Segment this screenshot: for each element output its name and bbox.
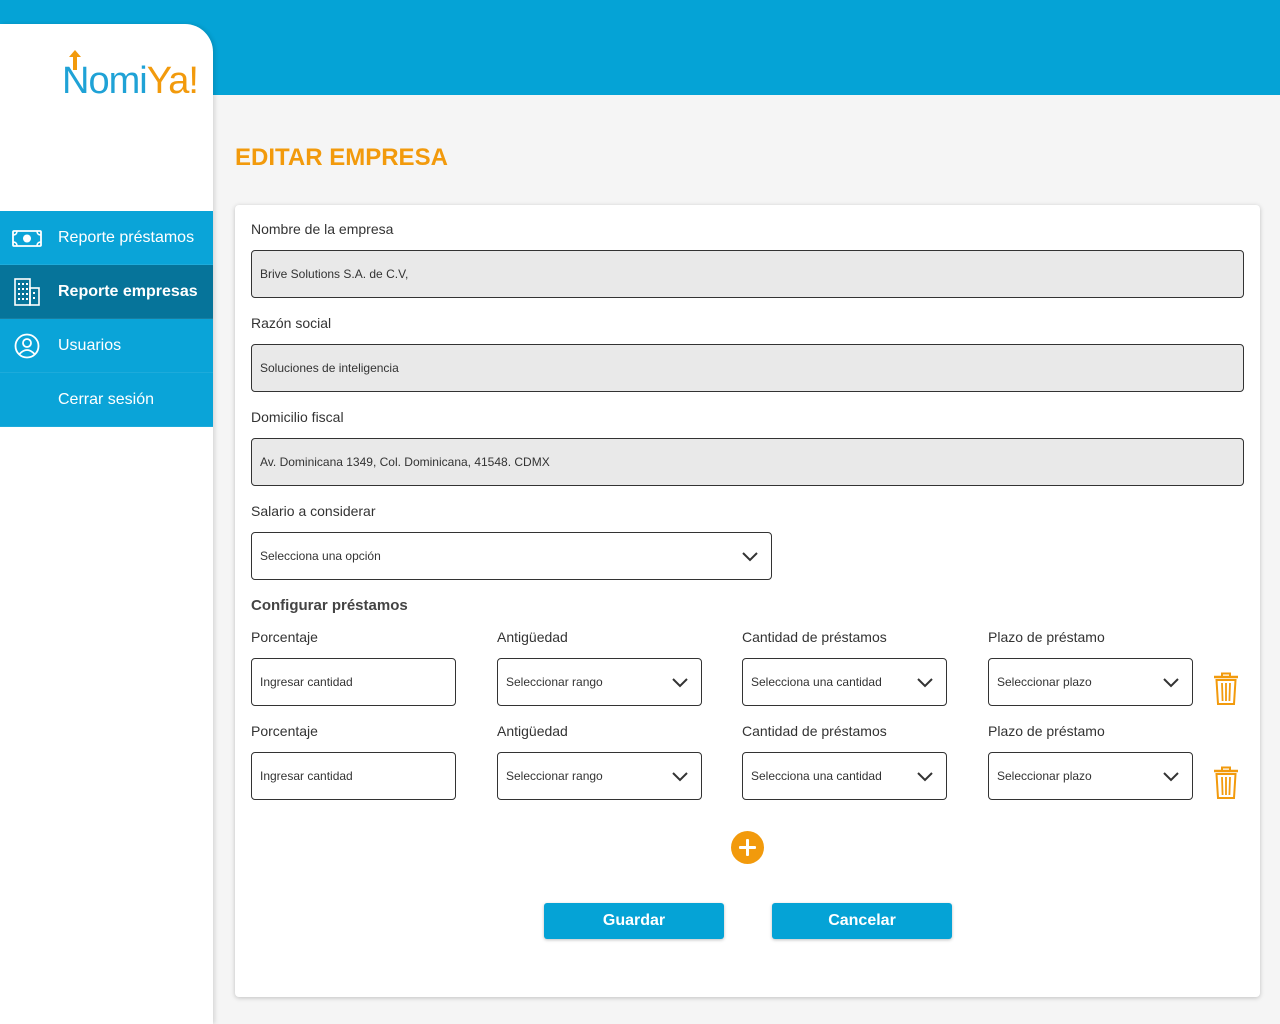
- sidebar-item-label: Usuarios: [58, 336, 122, 354]
- chevron-down-icon: [1163, 678, 1179, 688]
- company-name-value: Brive Solutions S.A. de C.V,: [260, 267, 409, 281]
- save-button[interactable]: Guardar: [544, 903, 724, 939]
- seniority-placeholder: Seleccionar rango: [506, 675, 603, 689]
- trash-icon[interactable]: [1213, 766, 1239, 800]
- sidebar-item-reporte-empresas[interactable]: Reporte empresas: [0, 265, 213, 319]
- business-name-value: Soluciones de inteligencia: [260, 361, 399, 375]
- loan-count-select[interactable]: Selecciona una cantidad: [742, 658, 947, 706]
- chevron-down-icon: [672, 772, 688, 782]
- chevron-down-icon: [742, 552, 758, 562]
- nomiya-logo[interactable]: NomiYa!: [62, 50, 199, 103]
- loan-term-label: Plazo de préstamo: [988, 629, 1105, 645]
- salary-select[interactable]: Selecciona una opción: [251, 532, 772, 580]
- chevron-down-icon: [917, 772, 933, 782]
- trash-icon[interactable]: [1213, 672, 1239, 706]
- company-name-field[interactable]: Brive Solutions S.A. de C.V,: [251, 250, 1244, 298]
- seniority-placeholder: Seleccionar rango: [506, 769, 603, 783]
- sidebar-item-label: Cerrar sesión: [58, 390, 155, 408]
- chevron-down-icon: [917, 678, 933, 688]
- sidebar-item-label: Reporte préstamos: [58, 228, 195, 246]
- sidebar-item-cerrar-sesion[interactable]: Cerrar sesión: [0, 373, 213, 427]
- seniority-label: Antigüedad: [497, 629, 568, 645]
- fiscal-address-value: Av. Dominicana 1349, Col. Dominicana, 41…: [260, 455, 550, 469]
- loan-count-label: Cantidad de préstamos: [742, 723, 887, 739]
- salary-placeholder: Selecciona una opción: [260, 549, 381, 563]
- percentage-input[interactable]: Ingresar cantidad: [251, 752, 456, 800]
- loan-term-select[interactable]: Seleccionar plazo: [988, 752, 1193, 800]
- loan-count-label: Cantidad de préstamos: [742, 629, 887, 645]
- loan-term-label: Plazo de préstamo: [988, 723, 1105, 739]
- configure-loans-title: Configurar préstamos: [251, 597, 408, 614]
- percentage-input[interactable]: Ingresar cantidad: [251, 658, 456, 706]
- add-loan-row-button[interactable]: [731, 831, 764, 864]
- page-title: EDITAR EMPRESA: [235, 144, 448, 171]
- seniority-label: Antigüedad: [497, 723, 568, 739]
- sidebar-item-reporte-prestamos[interactable]: Reporte préstamos: [0, 211, 213, 265]
- seniority-select[interactable]: Seleccionar rango: [497, 752, 702, 800]
- sidebar: NomiYa! Reporte préstamos Reporte empres…: [0, 24, 213, 1024]
- chevron-down-icon: [1163, 772, 1179, 782]
- sidebar-item-label: Reporte empresas: [58, 282, 198, 300]
- business-name-label: Razón social: [251, 315, 332, 331]
- logo-arrow-icon: [69, 50, 81, 70]
- percentage-placeholder: Ingresar cantidad: [260, 675, 353, 689]
- salary-label: Salario a considerar: [251, 503, 376, 519]
- cancel-button[interactable]: Cancelar: [772, 903, 952, 939]
- loan-term-placeholder: Seleccionar plazo: [997, 769, 1092, 783]
- fiscal-address-field[interactable]: Av. Dominicana 1349, Col. Dominicana, 41…: [251, 438, 1244, 486]
- fiscal-address-label: Domicilio fiscal: [251, 409, 344, 425]
- percentage-label: Porcentaje: [251, 723, 318, 739]
- loan-term-placeholder: Seleccionar plazo: [997, 675, 1092, 689]
- loan-count-placeholder: Selecciona una cantidad: [751, 675, 882, 689]
- business-name-field[interactable]: Soluciones de inteligencia: [251, 344, 1244, 392]
- company-name-label: Nombre de la empresa: [251, 221, 394, 237]
- money-bill-icon: [12, 230, 42, 247]
- loan-count-placeholder: Selecciona una cantidad: [751, 769, 882, 783]
- building-icon: [14, 278, 40, 306]
- percentage-placeholder: Ingresar cantidad: [260, 769, 353, 783]
- sidebar-nav: Reporte préstamos Reporte empresas Usuar…: [0, 211, 213, 427]
- seniority-select[interactable]: Seleccionar rango: [497, 658, 702, 706]
- loan-term-select[interactable]: Seleccionar plazo: [988, 658, 1193, 706]
- loan-count-select[interactable]: Selecciona una cantidad: [742, 752, 947, 800]
- chevron-down-icon: [672, 678, 688, 688]
- sidebar-item-usuarios[interactable]: Usuarios: [0, 319, 213, 373]
- user-circle-icon: [14, 333, 40, 359]
- percentage-label: Porcentaje: [251, 629, 318, 645]
